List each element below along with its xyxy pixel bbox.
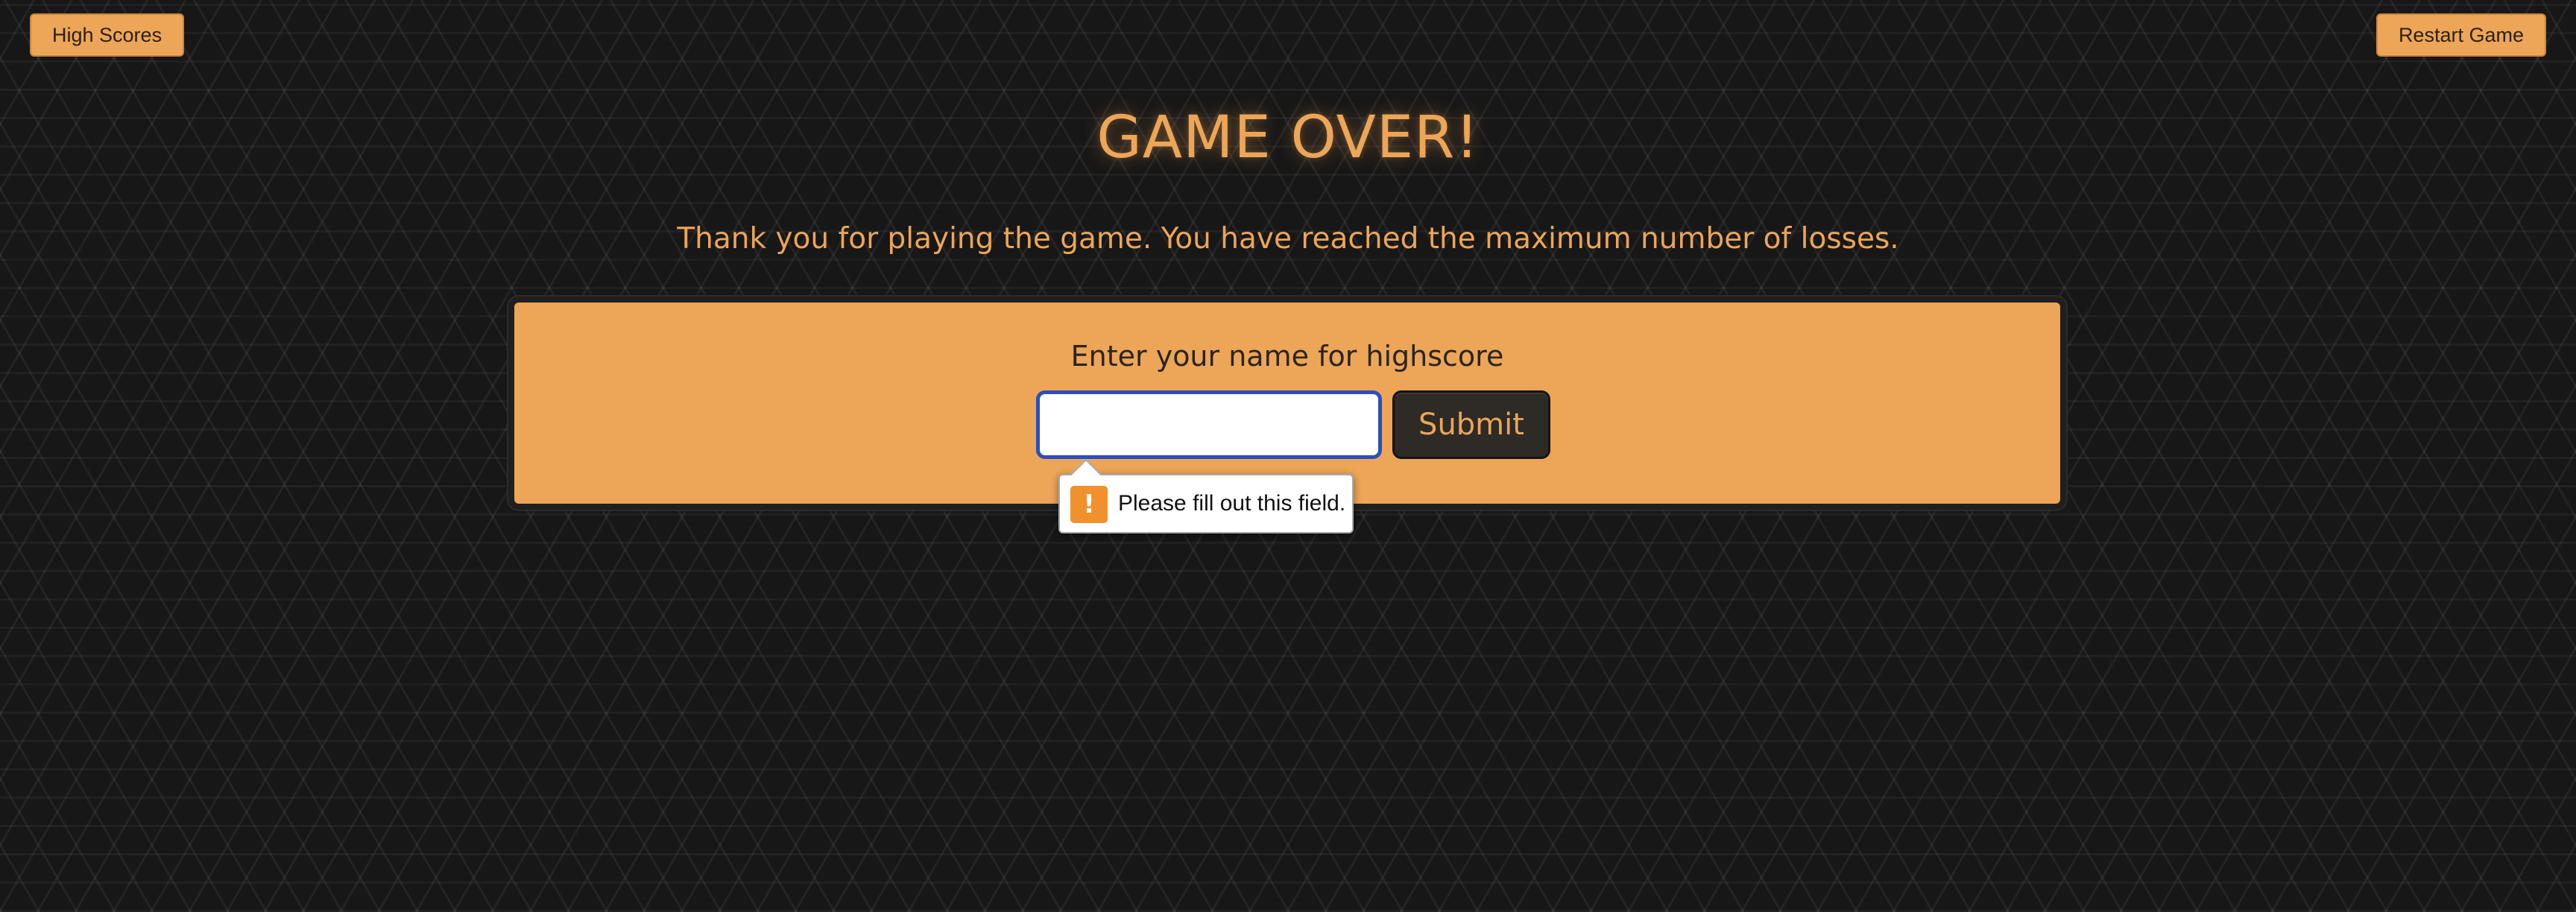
validation-tooltip: ! Please fill out this field. bbox=[1058, 458, 1354, 533]
highscore-prompt: Enter your name for highscore bbox=[1070, 340, 1504, 373]
restart-game-button[interactable]: Restart Game bbox=[2375, 13, 2546, 57]
submit-button[interactable]: Submit bbox=[1392, 390, 1550, 459]
name-input[interactable] bbox=[1036, 390, 1382, 459]
warning-icon: ! bbox=[1070, 486, 1108, 523]
validation-message: Please fill out this field. bbox=[1118, 491, 1346, 516]
high-scores-button[interactable]: High Scores bbox=[30, 13, 185, 57]
page-title: GAME OVER! bbox=[1096, 104, 1480, 171]
game-over-message: Thank you for playing the game. You have… bbox=[677, 222, 1899, 256]
